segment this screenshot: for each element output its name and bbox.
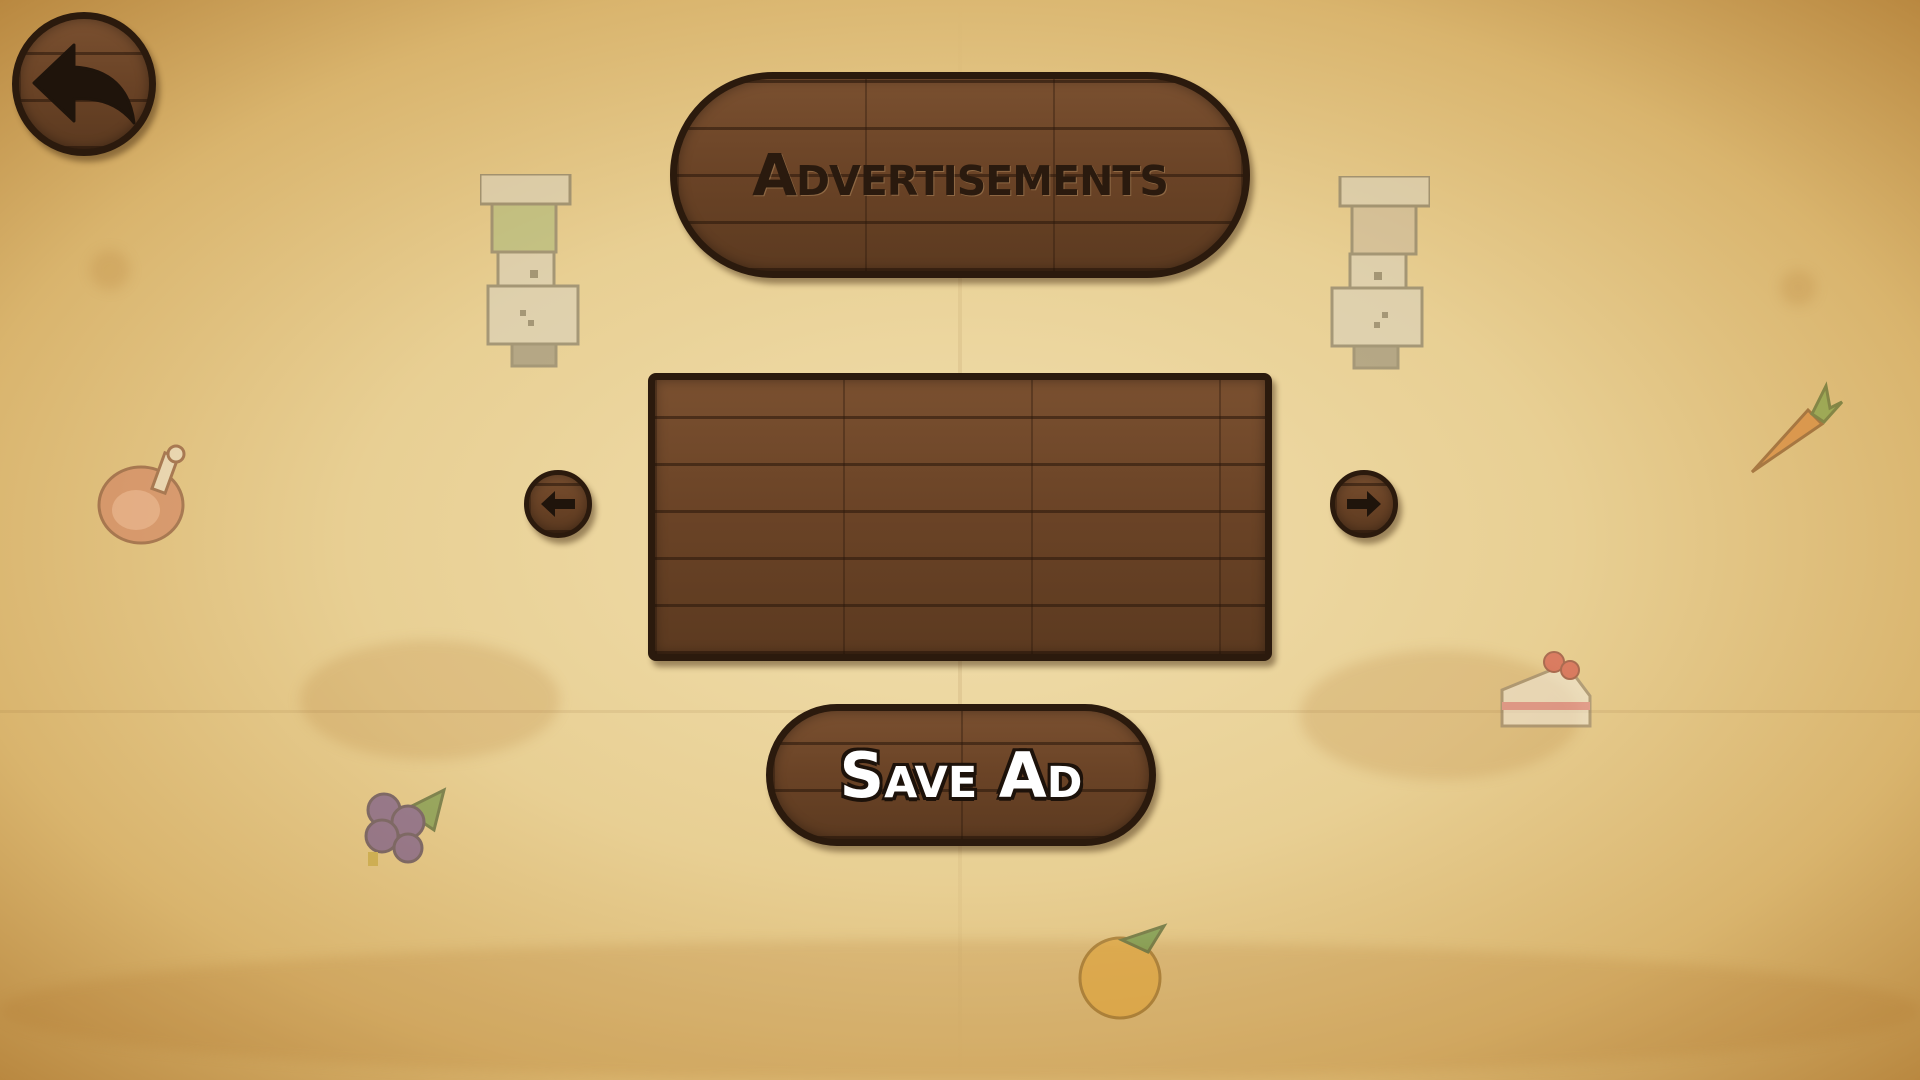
next-ad-button[interactable] <box>1330 470 1398 538</box>
back-arrow-icon <box>32 43 136 125</box>
stain <box>300 640 560 760</box>
left-arrow-icon <box>541 491 575 517</box>
carrot-icon <box>1750 381 1844 474</box>
grapes-icon <box>364 787 447 866</box>
right-arrow-icon <box>1347 491 1381 517</box>
chef-icon <box>480 174 580 368</box>
chef-icon <box>1330 176 1430 370</box>
save-ad-label: Save Ad <box>839 738 1083 812</box>
orange-icon <box>1078 923 1168 1020</box>
stain <box>1780 270 1816 306</box>
meat-icon <box>97 444 186 545</box>
save-ad-button[interactable]: Save Ad <box>766 704 1156 846</box>
previous-ad-button[interactable] <box>524 470 592 538</box>
page-title: Advertisements <box>752 141 1169 209</box>
stain <box>90 250 130 290</box>
ad-display-panel <box>648 373 1272 661</box>
back-button[interactable] <box>12 12 156 156</box>
cake-icon <box>1500 651 1592 728</box>
title-banner: Advertisements <box>670 72 1250 278</box>
